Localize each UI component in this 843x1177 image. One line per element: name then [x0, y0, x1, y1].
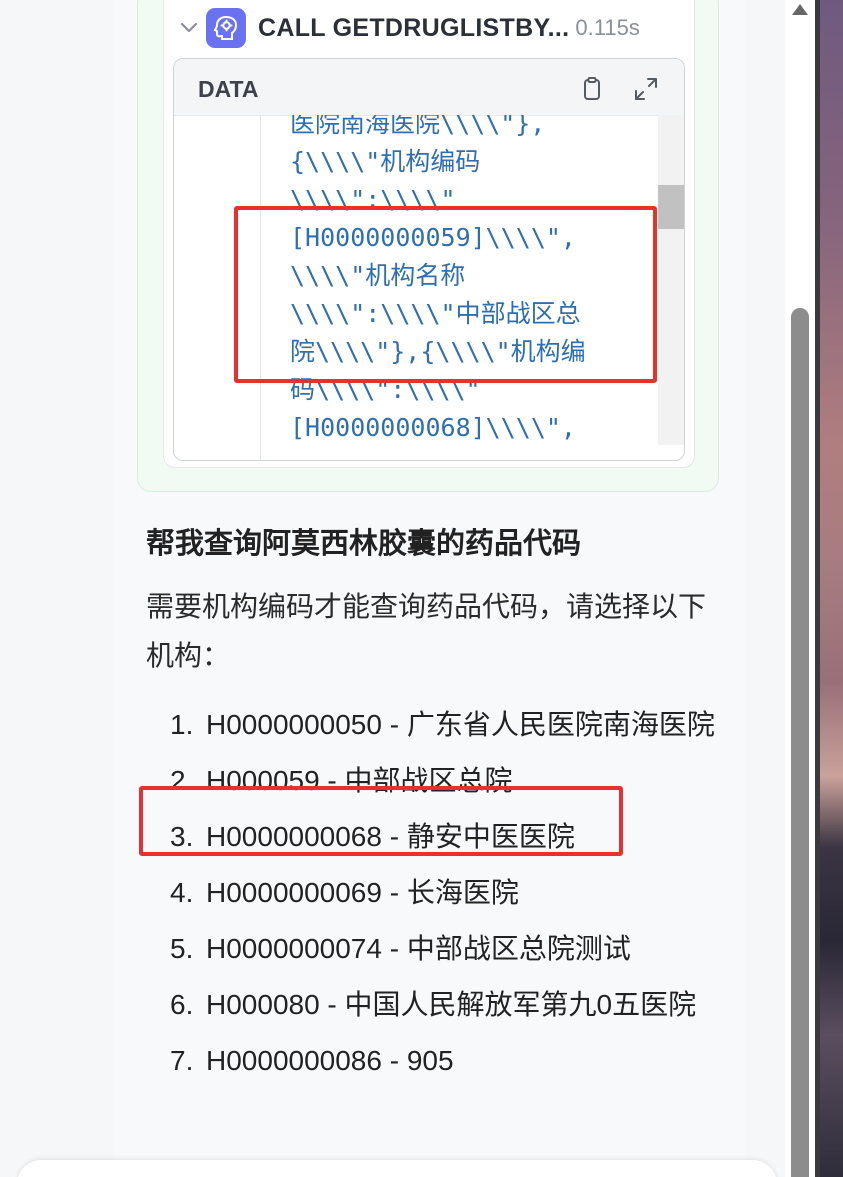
expand-icon[interactable]: [632, 75, 660, 103]
page-scrollbar-thumb[interactable]: [791, 308, 809, 1177]
data-panel-header: DATA: [174, 59, 684, 116]
list-item-text: H0000000074 - 中部战区总院测试: [206, 933, 631, 964]
chevron-down-icon[interactable]: [178, 17, 200, 39]
org-list: 1. H0000000050 - 广东省人民医院南海医院 2. H000059 …: [170, 700, 730, 1092]
list-item-number: 5.: [170, 933, 194, 964]
list-item: 6. H000080 - 中国人民解放军第九0五医院: [170, 980, 730, 1029]
list-item-text: H000080 - 中国人民解放军第九0五医院: [206, 989, 697, 1020]
list-item-number: 4.: [170, 877, 194, 908]
window-border: [815, 0, 820, 1177]
list-item: 7. H0000000086 - 905: [170, 1036, 730, 1085]
list-item: 5. H0000000074 - 中部战区总院测试: [170, 924, 730, 973]
chat-page: CALL GETDRUGLISTBY... 0.115s DATA 医院南海医院…: [0, 0, 843, 1177]
code-scrollbar-track[interactable]: [658, 115, 684, 445]
code-line: 医院南海医院\\\\"},: [290, 115, 546, 138]
scroll-up-arrow-icon[interactable]: [790, 0, 810, 20]
tool-call-header[interactable]: CALL GETDRUGLISTBY... 0.115s: [178, 8, 640, 48]
brain-gear-icon: [206, 8, 246, 48]
list-item-text: H0000000050 - 广东省人民医院南海医院: [206, 709, 715, 740]
list-item-text: H0000000086 - 905: [206, 1045, 454, 1076]
list-item-number: 1.: [170, 709, 194, 740]
assistant-intro: 需要机构编码才能查询药品代码，请选择以下机构：: [146, 590, 707, 672]
code-line: [H0000000068]\\\\",: [290, 413, 576, 442]
highlight-box-code: [234, 206, 657, 383]
list-item-text: H0000000069 - 长海医院: [206, 877, 519, 908]
tool-call-name: CALL GETDRUGLISTBY...: [258, 13, 570, 42]
data-label: DATA: [198, 76, 259, 102]
list-item-number: 7.: [170, 1045, 194, 1076]
code-line: {\\\\"机构编码: [290, 147, 481, 176]
code-scrollbar-thumb[interactable]: [658, 185, 684, 229]
list-item-number: 6.: [170, 989, 194, 1020]
copy-icon[interactable]: [578, 75, 606, 103]
chat-input-box[interactable]: [17, 1160, 777, 1177]
tool-call-duration: 0.115s: [575, 15, 640, 40]
user-question: 帮我查询阿莫西林胶囊的药品代码: [146, 528, 582, 560]
list-item: 4. H0000000069 - 长海医院: [170, 868, 730, 917]
list-item: 1. H0000000050 - 广东省人民医院南海医院: [170, 700, 730, 749]
highlight-box-list: [139, 786, 623, 856]
